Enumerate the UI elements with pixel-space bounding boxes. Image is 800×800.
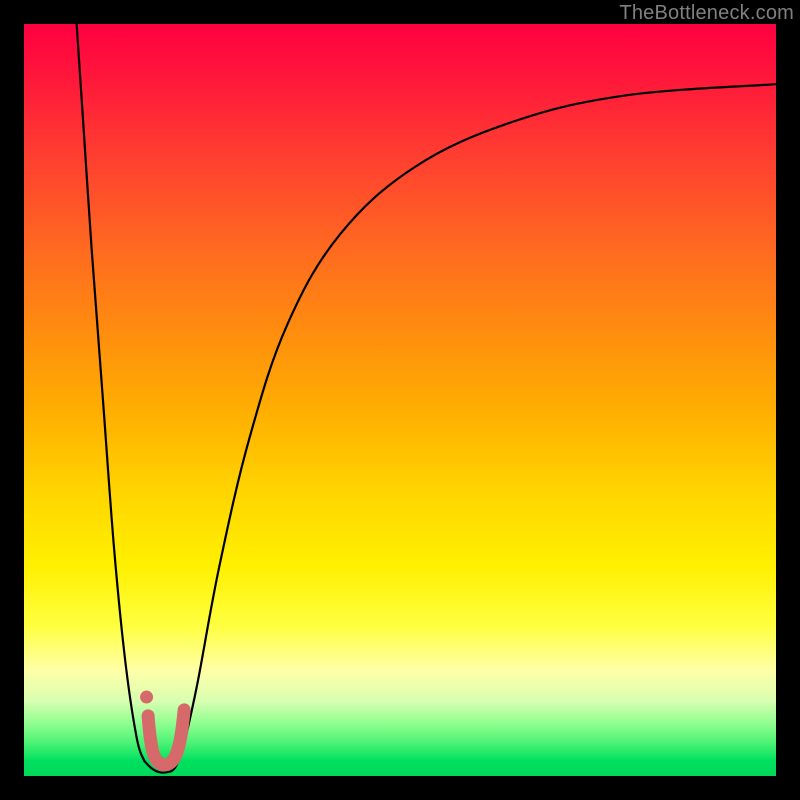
chart-frame: TheBottleneck.com (0, 0, 800, 800)
bottleneck-curve (77, 24, 776, 773)
curve-left-branch (77, 24, 145, 761)
marker-j-stroke (148, 710, 184, 765)
highlight-marker (140, 691, 184, 765)
watermark-text: TheBottleneck.com (619, 2, 794, 25)
plot-area (24, 24, 776, 776)
marker-dot (140, 691, 153, 704)
curve-right-branch (182, 84, 776, 753)
curve-layer (24, 24, 776, 776)
